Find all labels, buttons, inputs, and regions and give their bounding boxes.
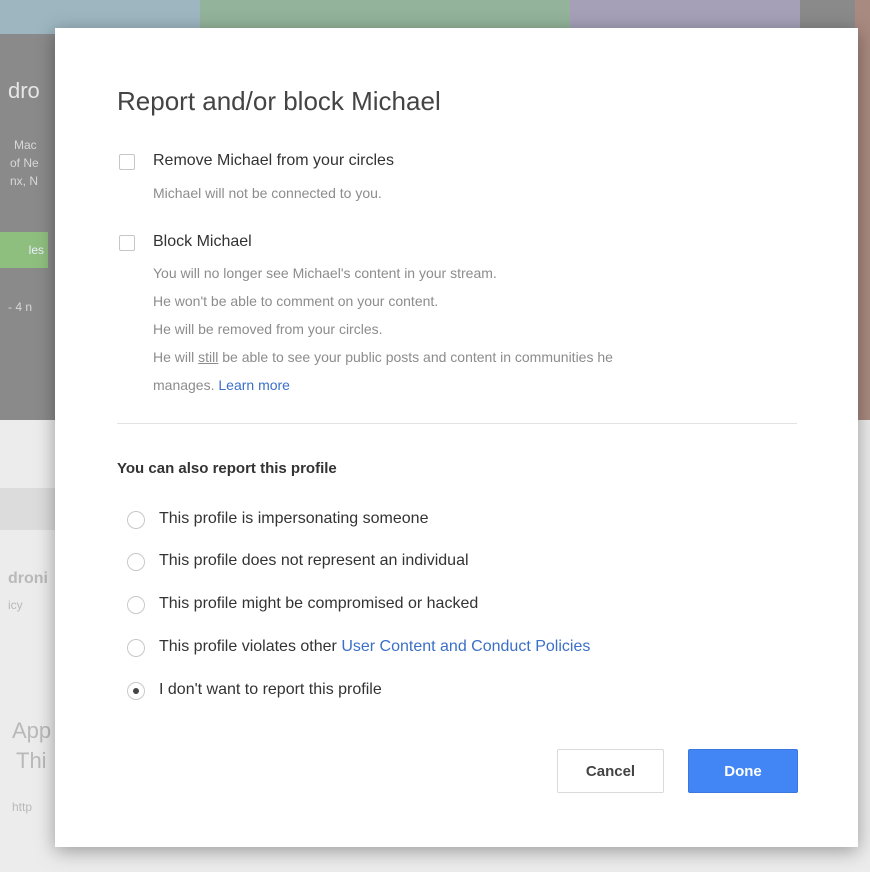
bg-button: les [0,232,48,268]
still-emphasis: still [198,349,219,365]
radio-label-impersonating[interactable]: This profile is impersonating someone [159,510,428,528]
report-block-dialog: Report and/or block Michael Remove Micha… [55,28,858,847]
block-desc-line-1: You will no longer see Michael's content… [153,265,497,281]
block-desc-line-2: He won't be able to comment on your cont… [153,293,439,309]
bg-tab-band [0,488,60,530]
radio-violates-policies[interactable] [127,639,145,657]
divider [117,423,797,424]
radio-selected-dot [133,688,139,694]
report-section-title: You can also report this profile [117,460,337,477]
bg-text-8: Thi [16,748,47,773]
policies-link[interactable]: User Content and Conduct Policies [341,638,590,655]
radio-label-dont-report[interactable]: I don't want to report this profile [159,681,382,699]
bg-text-1: Mac [14,138,37,152]
radio-label-not-individual[interactable]: This profile does not represent an indiv… [159,552,469,570]
block-description: You will no longer see Michael's content… [153,259,613,399]
remove-from-circles-checkbox[interactable] [119,154,135,170]
radio-label-compromised[interactable]: This profile might be compromised or hac… [159,595,478,613]
block-desc-line-5: manages. Learn more [153,377,290,393]
radio-dont-report[interactable] [127,682,145,700]
bg-text-4: - 4 n [8,300,33,314]
bg-profile-name: dro [8,78,40,103]
remove-from-circles-label[interactable]: Remove Michael from your circles [153,152,394,170]
bg-text-7: App [12,718,52,743]
radio-compromised[interactable] [127,596,145,614]
block-checkbox[interactable] [119,235,135,251]
bg-text-3: nx, N [10,174,39,188]
remove-from-circles-description: Michael will not be connected to you. [153,185,382,201]
bg-text-6: icy [8,598,23,612]
done-button[interactable]: Done [688,749,798,793]
bg-text-9: http [12,800,33,814]
bg-text-5: droni [8,570,48,587]
radio-impersonating[interactable] [127,511,145,529]
cancel-button[interactable]: Cancel [557,749,664,793]
block-desc-line-4: He will still be able to see your public… [153,349,613,365]
radio-label-violates-policies[interactable]: This profile violates other User Content… [159,638,590,656]
block-desc-line-3: He will be removed from your circles. [153,321,383,337]
bg-text-2: of Ne [10,156,39,170]
radio-not-individual[interactable] [127,553,145,571]
block-label[interactable]: Block Michael [153,233,252,251]
dialog-title: Report and/or block Michael [117,86,441,116]
learn-more-link[interactable]: Learn more [218,377,290,393]
